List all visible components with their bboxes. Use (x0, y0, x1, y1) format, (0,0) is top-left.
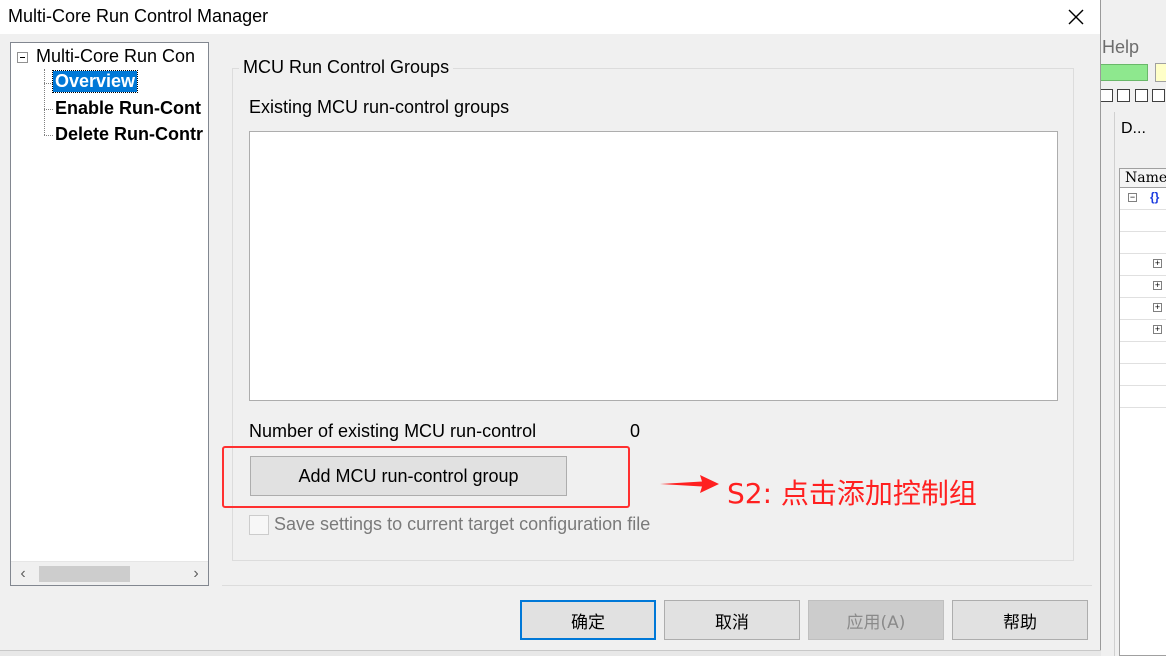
group-count-label: Number of existing MCU run-control (249, 421, 537, 441)
arrow-right-icon (658, 473, 720, 495)
list-item[interactable] (1120, 386, 1166, 408)
close-icon[interactable] (1058, 0, 1096, 34)
groupbox-title: MCU Run Control Groups (239, 57, 454, 78)
list-item[interactable]: − {} (1120, 188, 1166, 210)
annotation-text: S2: 点击添加控制组 (727, 477, 977, 510)
save-settings-checkbox (249, 515, 269, 535)
navigation-tree[interactable]: Multi-Core Run Con Overview Enable Run-C… (10, 42, 209, 586)
tree-connector (44, 109, 53, 110)
run-control-manager-dialog: Multi-Core Run Control Manager Multi-Cor… (0, 0, 1101, 656)
toolbar-icon[interactable] (1152, 89, 1165, 102)
scrollbar-thumb[interactable] (39, 566, 130, 582)
title-bar[interactable]: Multi-Core Run Control Manager (0, 0, 1100, 34)
groups-list[interactable] (249, 131, 1058, 401)
list-item[interactable] (1120, 342, 1166, 364)
chevron-right-icon[interactable]: › (186, 564, 206, 584)
help-button[interactable]: 帮助 (952, 600, 1088, 640)
tree-item-overview[interactable]: Overview (51, 70, 139, 93)
status-field (1100, 64, 1148, 81)
chevron-left-icon[interactable]: ‹ (13, 564, 33, 584)
annotation-highlight (222, 446, 630, 508)
help-menu[interactable]: Help (1102, 37, 1139, 58)
save-settings-label: Save settings to current target configur… (274, 514, 651, 534)
list-item[interactable]: + (1120, 298, 1166, 320)
toolbar-icon[interactable] (1100, 89, 1113, 102)
tree-connector (44, 135, 53, 136)
struct-icon: {} (1150, 190, 1160, 204)
toolbar-icon[interactable] (1117, 89, 1130, 102)
expand-icon[interactable]: + (1153, 259, 1162, 268)
list-item[interactable] (1120, 364, 1166, 386)
list-item[interactable]: + (1120, 254, 1166, 276)
group-count-value: 0 (630, 421, 641, 441)
collapse-icon[interactable] (17, 52, 28, 63)
apply-button: 应用(A) (808, 600, 944, 640)
tree-connector (44, 69, 45, 135)
expand-icon[interactable]: + (1153, 325, 1162, 334)
groups-list-label: Existing MCU run-control groups (249, 97, 510, 117)
expand-icon[interactable]: + (1153, 281, 1162, 290)
side-panel: D... Name − {} + + + + (1114, 112, 1166, 656)
column-header-name[interactable]: Name (1120, 169, 1166, 188)
tree-connector (44, 83, 53, 84)
footer-divider (222, 585, 1092, 586)
tree-item-delete-run-control[interactable]: Delete Run-Contr (55, 124, 203, 145)
list-item[interactable] (1120, 232, 1166, 254)
toolbar-field (1155, 63, 1166, 82)
window-bottom-edge (0, 650, 1101, 656)
list-item[interactable]: + (1120, 276, 1166, 298)
expand-icon[interactable]: + (1153, 303, 1162, 312)
tree-item-enable-run-control[interactable]: Enable Run-Cont (55, 98, 201, 119)
list-item[interactable]: + (1120, 320, 1166, 342)
ok-button[interactable]: 确定 (520, 600, 656, 640)
tree-root[interactable]: Multi-Core Run Con (36, 46, 195, 67)
dialog-title: Multi-Core Run Control Manager (8, 6, 269, 26)
collapse-icon[interactable]: − (1128, 193, 1137, 202)
horizontal-scrollbar[interactable]: ‹ › (11, 561, 208, 585)
variables-list[interactable]: Name − {} + + + + (1119, 168, 1166, 656)
panel-title[interactable]: D... (1121, 120, 1146, 138)
search-icon[interactable] (1135, 89, 1148, 102)
cancel-button[interactable]: 取消 (664, 600, 800, 640)
background-application: Help D... Name − {} + + + + (1100, 0, 1166, 656)
list-item[interactable] (1120, 210, 1166, 232)
